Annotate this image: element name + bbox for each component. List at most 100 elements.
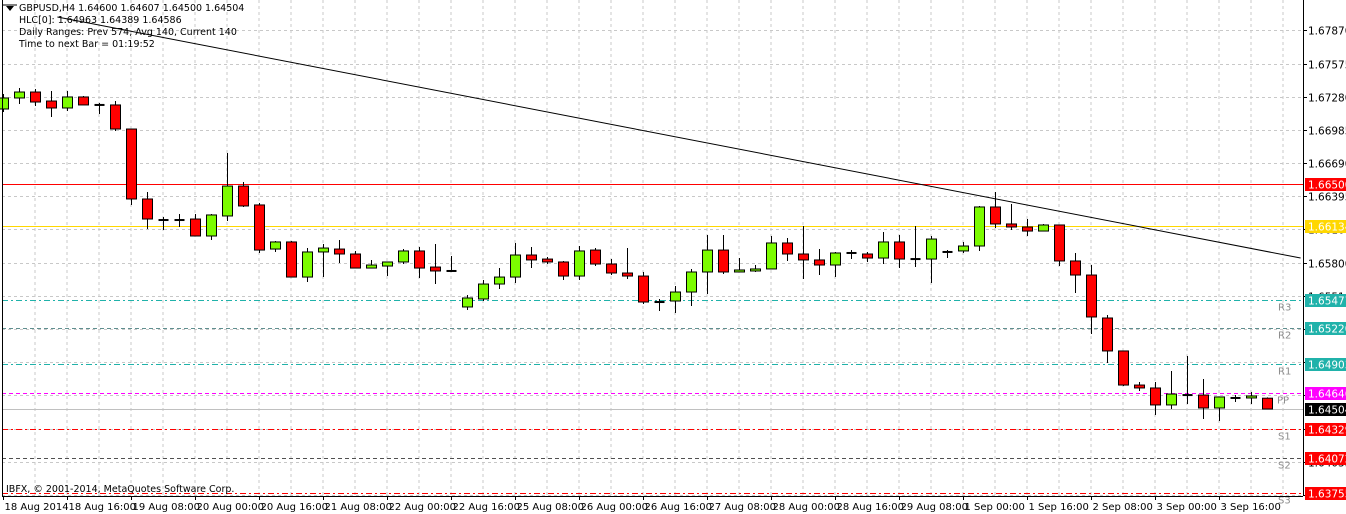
candle [638,271,649,305]
y-tick-label: 1.67575 [1308,60,1346,72]
price-tag-label: 1.64329 [1308,425,1346,437]
trendline[interactable] [57,16,1301,259]
candle [334,240,345,263]
pivot-tag-s1: S1 [1278,432,1291,443]
x-tick-label: 1 Sep 16:00 [1029,502,1089,513]
candle [1150,382,1161,415]
x-tick-label: 3 Sep 00:00 [1157,502,1217,513]
candle-body [558,261,569,277]
symbol-ohlc-line: GBPUSD,H4 1.64600 1.64607 1.64500 1.6450… [19,3,245,14]
pivot-tag-r1: R1 [1278,367,1291,378]
pivot-tag-s2: S2 [1278,461,1291,472]
candle [1262,397,1273,410]
candle [1054,224,1065,267]
candle [446,256,457,272]
candle [126,128,137,205]
price-tag-label: 1.65220 [1308,324,1346,336]
candle-body [1102,317,1113,352]
candle [1022,219,1033,236]
pivot-tag-r2: R2 [1278,331,1291,342]
candle-body [1134,384,1145,389]
y-tick-label: 1.66985 [1308,126,1346,138]
y-tick-label: 1.66690 [1308,159,1346,171]
candle [910,225,921,268]
candle [78,95,89,106]
x-tick-label: 3 Sep 16:00 [1221,502,1281,513]
price-chart[interactable]: R3R2R1PPS1S2S3 1.678701.675751.672801.66… [0,0,1346,514]
candle-body [462,297,473,308]
price-tag-label: 1.64072 [1308,454,1346,466]
candle-body [1166,393,1177,406]
candle-body [1150,387,1161,406]
candle [142,192,153,230]
candle [398,249,409,265]
candle [430,243,441,285]
price-tag-label: 1.66134 [1308,222,1346,234]
x-tick-label: 29 Aug 08:00 [901,502,968,513]
candle [190,213,201,237]
candle-body [606,263,617,274]
candle-body [1198,394,1209,409]
candle-body [926,238,937,260]
candle [30,88,41,106]
candles [0,87,1273,422]
x-tick-label: 18 Aug 2014 [5,502,69,513]
candle [1086,265,1097,334]
candle-body [286,241,297,278]
candle-body [702,249,713,273]
candle-body [1086,274,1097,318]
copyright-text: IBFX, © 2001-2014, MetaQuotes Software C… [6,484,235,495]
x-tick-label: 26 Aug 00:00 [581,502,648,513]
x-tick-label: 19 Aug 08:00 [133,502,200,513]
candle-body [574,250,585,277]
grid [2,0,1303,496]
candle-body [766,242,777,270]
pivot-tag-pp: PP [1277,396,1289,407]
x-tick-label: 25 Aug 08:00 [517,502,584,513]
candle-body [222,185,233,217]
candle-body [638,275,649,303]
candle [782,238,793,261]
candle [94,103,105,114]
candle [750,265,761,272]
time-axis[interactable]: 18 Aug 2014 18 Aug 16:0019 Aug 08:0020 Au… [3,496,1281,513]
candle [110,101,121,132]
candle [702,234,713,295]
x-tick-label: 27 Aug 08:00 [709,502,776,513]
candle-body [302,251,313,278]
candle [718,234,729,275]
candle [734,258,745,273]
candle [1230,395,1241,403]
candle [350,250,361,269]
candle-body [510,254,521,278]
candle [174,213,185,227]
candle [622,248,633,279]
candle [974,205,985,251]
candle-body [750,268,761,272]
candle-body [382,261,393,267]
x-tick-label: 2 Sep 08:00 [1093,502,1153,513]
x-tick-label: 18 Aug 16:00 [69,502,136,513]
candle [926,235,937,284]
candle-body [990,206,1001,225]
candle-body [366,264,377,269]
candle-body [686,271,697,293]
candle [1134,382,1145,392]
candle-body [1118,350,1129,386]
chart-menu-triangle-icon[interactable] [3,4,17,12]
candle-body [414,250,425,269]
candle [1006,204,1017,231]
candle-body [542,258,553,263]
candle-body [798,253,809,261]
candle-body [1038,224,1049,232]
candle-body [1070,260,1081,276]
candle-body [1006,223,1017,228]
candle [254,203,265,253]
candle [462,295,473,311]
candle [1182,356,1193,405]
chart-frame [2,0,1346,514]
candle-body [862,253,873,259]
candle-body [350,253,361,269]
candle [270,240,281,252]
candle-body [478,283,489,300]
